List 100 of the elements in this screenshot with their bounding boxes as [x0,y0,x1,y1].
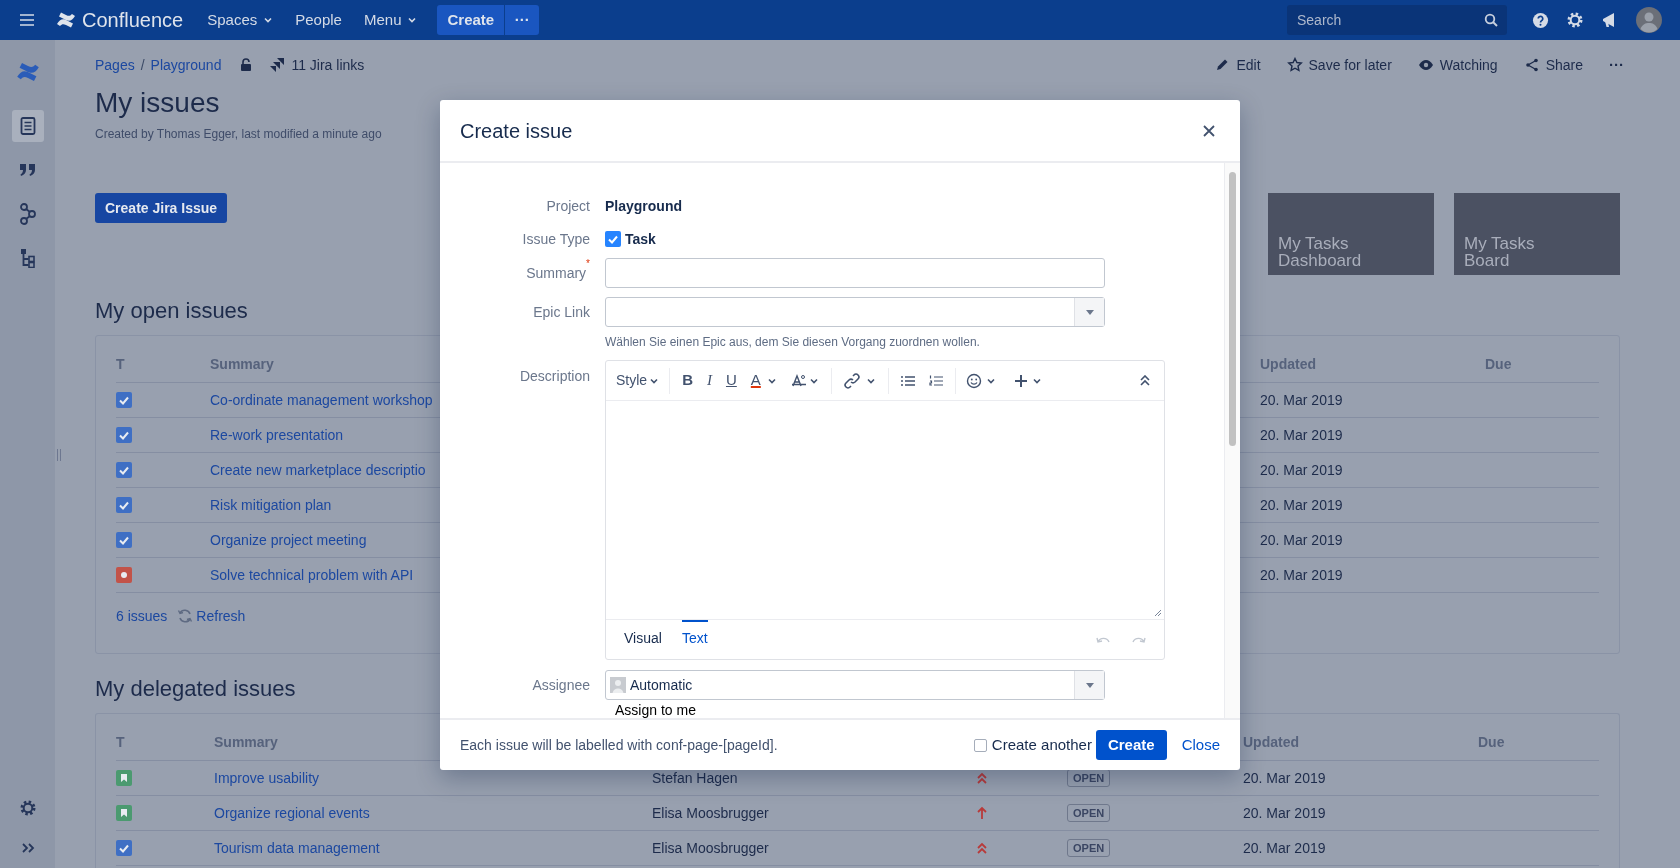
expand-icon[interactable] [20,842,35,854]
link-icon[interactable] [843,372,860,389]
page-action-button[interactable]: Share [1523,54,1583,76]
avatar-icon[interactable] [1636,7,1662,33]
format-button[interactable]: A [750,369,761,392]
refresh-button[interactable]: Refresh [177,605,246,627]
scrollbar[interactable] [1224,163,1240,718]
close-icon[interactable] [1202,123,1216,138]
menu-icon[interactable] [18,13,36,27]
issue-summary-link[interactable]: Organize project meeting [210,529,367,551]
dropdown-button[interactable] [1074,671,1104,699]
dropdown-button[interactable] [1074,298,1104,326]
clear-formatting-icon[interactable] [790,373,807,388]
issue-summary-link[interactable]: Organize regional events [214,802,370,824]
section-heading: My delegated issues [95,675,296,703]
section-heading: My open issues [95,297,248,325]
checkbox[interactable] [973,738,987,752]
create-button[interactable]: Create [437,5,505,35]
project-value: Playground [605,196,682,216]
close-link[interactable]: Close [1181,733,1220,757]
eye-icon [1417,57,1434,73]
issue-summary-link[interactable]: Co-ordinate management workshop [210,389,433,411]
issue-summary-link[interactable]: Improve usability [214,767,320,789]
assign-to-me-link[interactable]: Assign to me [615,702,696,718]
issue-type-value: Task [625,229,656,249]
dashboard-tile[interactable]: My Tasks Dashboard [1268,193,1434,275]
issue-summary-link[interactable]: Tourism data management [214,837,380,859]
pages-icon [19,117,36,135]
column-header: Due [1478,733,1505,752]
user-avatar-icon [610,677,626,693]
field-label: Assignee [531,675,590,695]
editor-tab[interactable]: Visual [624,620,662,650]
breadcrumb-link[interactable]: Pages [95,54,135,76]
column-header: Updated [1260,355,1316,374]
assignee-select[interactable]: Automatic [605,670,1105,700]
caret-icon [1085,682,1094,688]
style-dropdown-button[interactable]: Style [616,367,671,394]
issue-summary-link[interactable]: Re-work presentation [210,424,344,446]
updated-cell-text: 20. Mar 2019 [1260,390,1343,410]
nav-menu-item[interactable]: Menu [363,8,418,32]
nav-menu-item[interactable]: Spaces [207,8,274,32]
breadcrumb-link[interactable]: Playground [150,54,222,76]
collapse-icon[interactable] [1140,374,1150,387]
create-jira-issue-button[interactable]: Create Jira Issue [95,193,228,223]
more-button[interactable]: ··· [505,5,540,35]
emoji-icon[interactable] [965,372,982,389]
settings-icon[interactable] [1566,11,1584,29]
column-header: T [116,733,125,752]
graph-icon [18,203,37,225]
status-lozenge: OPEN [1067,839,1111,857]
home-logo-link[interactable]: Confluence [56,5,184,35]
search-field[interactable]: Search [1287,5,1507,35]
bullet-list-icon[interactable] [900,374,915,387]
assignee-cell-text: Stefan Hagen [652,768,738,788]
resize-handle-icon[interactable] [56,448,62,462]
more-actions-button[interactable]: ··· [1609,53,1624,77]
editor-tab[interactable]: Text [681,620,708,650]
updated-cell-text: 20. Mar 2019 [1243,768,1326,788]
required-mark: * [586,258,590,269]
field-label: Project [545,196,590,216]
dashboard-tile[interactable]: My Tasks Board [1454,193,1620,275]
dialog-title: Create issue [460,118,573,144]
assignee-cell-text: Elisa Moosbrugger [652,838,769,858]
help-icon[interactable] [1531,11,1549,29]
unlock-icon[interactable] [239,58,254,72]
resize-grip-icon[interactable] [1154,609,1162,617]
field-label: Summary [526,263,587,283]
issue-count: 6 issues [116,606,168,626]
field-label: Issue Type [521,229,590,249]
page-action-button[interactable]: Save for later [1286,54,1392,76]
space-logo-icon[interactable] [15,60,40,84]
sidebar-item[interactable] [11,110,44,142]
plus-icon[interactable] [1013,373,1028,388]
create-button[interactable]: Create [1095,730,1167,760]
format-button[interactable]: U [725,369,737,392]
share-icon [1523,57,1540,73]
page-action-button[interactable]: Edit [1214,54,1261,76]
numbered-list-icon[interactable] [928,374,943,387]
page-action-button[interactable]: Watching [1417,54,1498,76]
issue-summary-link[interactable]: Solve technical problem with API [210,564,414,586]
format-button[interactable]: B [682,369,693,392]
updated-cell-text: 20. Mar 2019 [1260,565,1343,585]
issue-summary-link[interactable]: Create new marketplace descriptio [210,459,426,481]
jira-icon [269,57,286,73]
jira-links-link[interactable]: 11 Jira links [269,54,365,76]
issue-summary-link[interactable]: Risk mitigation plan [210,494,332,516]
summary-input[interactable] [605,258,1105,288]
scrollbar-thumb[interactable] [1229,172,1236,446]
tree-icon [19,248,36,268]
field-hint: Wählen Sie einen Epic aus, dem Sie diesen Vorgang zuordnen wollen. [605,334,980,350]
column-header: Updated [1243,733,1299,752]
settings-icon[interactable] [18,799,37,817]
updated-cell-text: 20. Mar 2019 [1260,495,1343,515]
updated-cell-text: 20. Mar 2019 [1260,530,1343,550]
column-header: Summary [214,733,278,752]
quote-icon [18,163,37,177]
format-button[interactable]: I [706,369,712,392]
nav-menu-item[interactable]: People [295,8,342,32]
task-type-icon [605,231,621,247]
page-byline: Created by Thomas Egger, last modified a minute ago [95,126,382,142]
